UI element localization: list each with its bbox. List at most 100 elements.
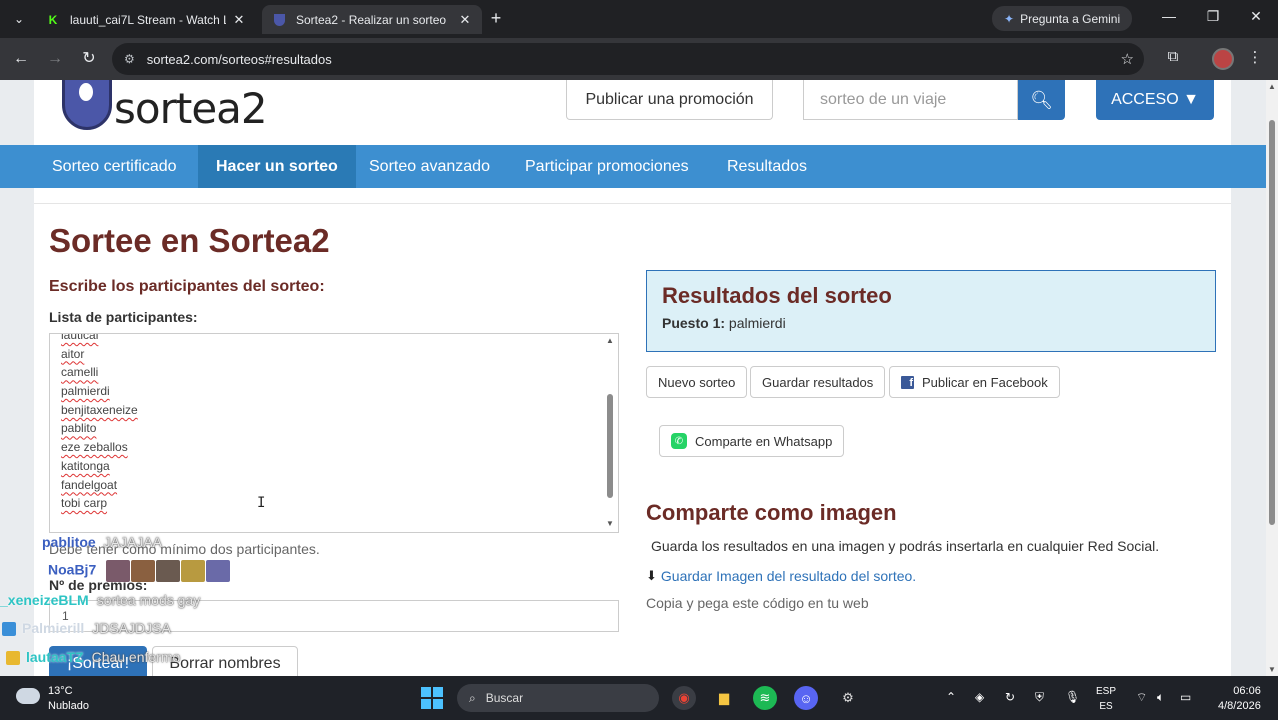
nav-resultados[interactable]: Resultados <box>709 145 825 188</box>
participant-line: camelli <box>61 365 99 380</box>
shield-icon[interactable]: ⛨ <box>1035 690 1044 705</box>
search-input[interactable]: sorteo de un viaje <box>803 80 1018 120</box>
participant-line: pablito <box>61 421 97 436</box>
chat-username: Palmierill <box>22 620 85 636</box>
emote-icon <box>156 560 181 582</box>
battery-icon[interactable]: ▭ <box>1180 690 1191 704</box>
download-icon: ⬇ <box>646 568 657 583</box>
tab-search-button[interactable]: ⌄ <box>8 8 30 30</box>
facebook-share-button[interactable]: f Publicar en Facebook <box>889 366 1060 398</box>
browser-tab-bar: ⌄ K lauuti_cai7L Stream - Watch Liv ✕ So… <box>0 0 1278 38</box>
nav-sorteo-avanzado[interactable]: Sorteo avanzado <box>351 145 508 188</box>
lang-secondary: ES <box>1099 701 1113 712</box>
scroll-up-icon[interactable]: ▲ <box>1268 82 1276 91</box>
taskbar-search-label: Buscar <box>485 691 524 705</box>
taskbar-search[interactable]: ⌕ Buscar <box>457 684 659 712</box>
reload-button[interactable]: ↻ <box>78 48 100 70</box>
chat-message: pablitoe JAJAJAA <box>42 534 162 550</box>
address-bar[interactable]: ⚙ sortea2.com/sorteos#resultados ☆ <box>112 43 1144 75</box>
search-button[interactable]: 🔍︎ <box>1018 80 1065 120</box>
restore-button[interactable]: ❐ <box>1203 8 1223 25</box>
scroll-up-icon[interactable]: ▲ <box>606 336 614 345</box>
participant-line: katitonga <box>61 458 110 473</box>
participant-line: aitor <box>61 346 85 361</box>
new-tab-button[interactable]: + <box>486 8 506 29</box>
spotify-icon[interactable]: ≋ <box>753 686 777 710</box>
nuevo-sorteo-button[interactable]: Nuevo sorteo <box>646 366 748 398</box>
scroll-thumb[interactable] <box>1269 120 1275 525</box>
chat-text: JAJAJAA <box>103 534 163 550</box>
scroll-down-icon[interactable]: ▼ <box>1268 665 1276 674</box>
nav-participar-promociones[interactable]: Participar promociones <box>507 145 707 188</box>
participants-list: lauticai aitor camelli palmierdi benjita… <box>61 334 138 513</box>
weather-widget[interactable]: 13°C Nublado <box>16 684 89 714</box>
chrome-icon[interactable]: ◉ <box>672 686 696 710</box>
page-title: Sortee en Sortea2 <box>49 222 330 259</box>
guardar-resultados-button[interactable]: Guardar resultados <box>750 366 886 398</box>
tray-app-icon[interactable]: ◈ <box>975 690 984 704</box>
participants-label: Lista de participantes: <box>49 309 198 325</box>
share-image-heading: Comparte como imagen <box>646 500 897 525</box>
time: 06:06 <box>1233 685 1261 697</box>
participant-line: benjitaxeneize <box>61 402 138 417</box>
nav-sorteo-certificado[interactable]: Sorteo certificado <box>34 145 195 188</box>
nav-hacer-sorteo[interactable]: Hacer un sorteo <box>198 145 356 188</box>
participant-line: lauticai <box>61 333 99 342</box>
bookmark-star-icon[interactable]: ☆ <box>1121 50 1134 68</box>
profile-avatar[interactable] <box>1212 48 1234 70</box>
participant-line: fandelgoat <box>61 477 118 492</box>
tab-title: lauuti_cai7L Stream - Watch Liv <box>70 12 226 27</box>
guardar-resultados-label: Guardar resultados <box>762 374 874 390</box>
page-scrollbar[interactable]: ▲ ▼ <box>1266 80 1278 676</box>
sync-icon[interactable]: ↻ <box>1005 690 1015 704</box>
participants-textarea[interactable]: lauticai aitor camelli palmierdi benjita… <box>49 333 619 533</box>
menu-icon[interactable]: ⋮ <box>1244 48 1266 66</box>
back-button[interactable]: ← <box>10 48 32 70</box>
discord-icon[interactable]: ☺ <box>794 686 818 710</box>
chat-emotes <box>106 560 231 582</box>
kick-icon: K <box>48 12 58 27</box>
close-icon[interactable]: ✕ <box>232 12 246 28</box>
publish-promotion-button[interactable]: Publicar una promoción <box>566 80 773 120</box>
volume-icon[interactable]: 🔈︎ <box>1157 690 1164 705</box>
save-image-link[interactable]: ⬇ Guardar Imagen del resultado del sorte… <box>646 568 916 584</box>
scroll-down-icon[interactable]: ▼ <box>606 519 614 528</box>
close-icon[interactable]: ✕ <box>458 12 472 28</box>
start-button[interactable] <box>420 686 444 710</box>
position-label: Puesto 1: <box>662 315 726 331</box>
microphone-icon[interactable]: 🎙︎ <box>1065 690 1080 704</box>
facebook-label: Publicar en Facebook <box>922 374 1048 390</box>
gemini-button[interactable]: ✦ Pregunta a Gemini <box>992 6 1133 31</box>
acceso-dropdown[interactable]: ACCESO ▼ <box>1096 80 1214 120</box>
emote-icon <box>181 560 206 582</box>
minimize-button[interactable]: — <box>1159 8 1179 24</box>
chat-text: Chau enfermo <box>91 649 181 665</box>
forward-button[interactable]: → <box>44 48 66 70</box>
chat-text: sortea mods gay <box>96 592 201 608</box>
search-icon: 🔍︎ <box>1030 89 1053 110</box>
textarea-scrollbar[interactable]: ▲ ▼ <box>604 336 616 528</box>
winner-line: Puesto 1: palmierdi <box>662 315 1200 331</box>
scroll-thumb[interactable] <box>607 394 613 498</box>
windows-icon <box>421 687 443 709</box>
file-explorer-icon[interactable]: ▆ <box>712 686 736 710</box>
close-window-button[interactable]: ✕ <box>1246 8 1266 25</box>
whatsapp-share-button[interactable]: ✆ Comparte en Whatsapp <box>659 425 845 457</box>
weather-status: Nublado <box>48 700 89 712</box>
tab-sortea2[interactable]: Sortea2 - Realizar un sorteo ✕ <box>262 5 482 34</box>
chat-message: _xeneizeBLM sortea mods gay <box>0 592 200 608</box>
chevron-up-icon[interactable]: ⌃ <box>946 690 956 704</box>
site-info-icon[interactable]: ⚙ <box>124 52 135 66</box>
clock[interactable]: 06:06 4/8/2026 <box>1218 684 1261 714</box>
mascot-icon <box>62 80 112 130</box>
participants-heading: Escribe los participantes del sorteo: <box>49 278 325 295</box>
facebook-icon: f <box>901 375 914 389</box>
wifi-icon[interactable]: ⌔ <box>1136 690 1147 705</box>
language-indicator[interactable]: ESP ES <box>1096 684 1116 714</box>
app-icon[interactable]: ⚙ <box>836 686 860 710</box>
participant-line: eze zeballos <box>61 440 128 455</box>
copy-code-text: Copia y pega este código en tu web <box>646 595 869 611</box>
tab-stream[interactable]: K lauuti_cai7L Stream - Watch Liv ✕ <box>36 5 256 34</box>
chat-username: _xeneizeBLM <box>0 592 89 608</box>
extensions-icon[interactable]: ⧉ <box>1162 48 1184 65</box>
